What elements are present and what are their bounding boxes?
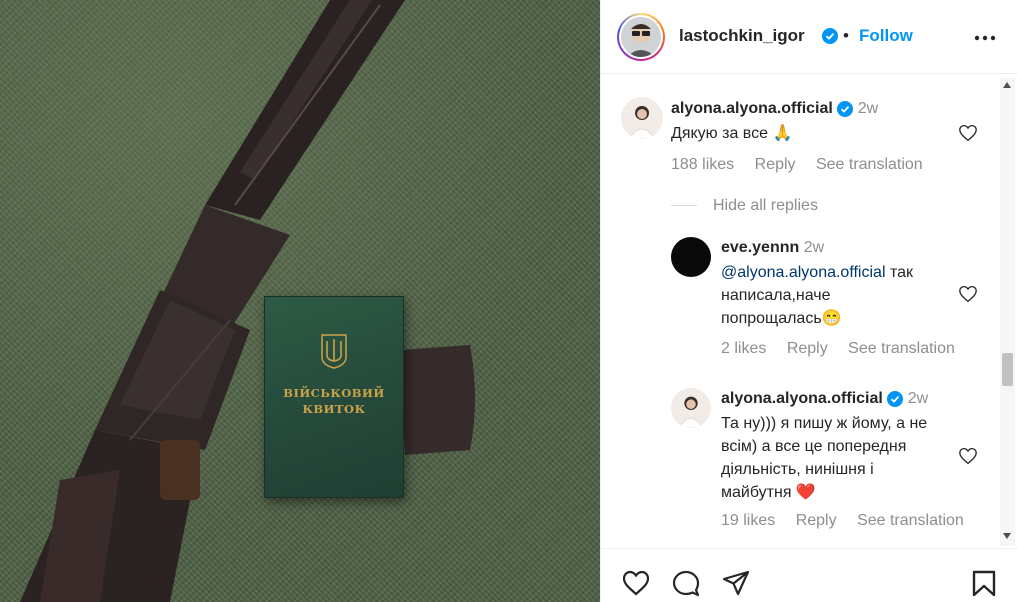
replier-username[interactable]: alyona.alyona.official [721, 390, 883, 407]
comments-scrollbar[interactable] [1000, 78, 1015, 546]
comment-meta: 188 likes Reply See translation [671, 156, 939, 174]
reply-text: Та ну))) я пишу ж йому, а не всім) а все… [721, 412, 961, 504]
author-avatar[interactable] [617, 13, 665, 61]
more-options-icon[interactable] [974, 30, 996, 46]
post-side-panel: lastochkin_igor • Follow alyona.alyona.o… [600, 0, 1017, 602]
post-photo[interactable]: ВІЙСЬКОВИЙ КВИТОК [0, 0, 600, 602]
reply-likes[interactable]: 2 likes [721, 340, 766, 357]
reply-likes[interactable]: 19 likes [721, 512, 775, 529]
reply-item: eve.yennn 2w @alyona.alyona.official так… [601, 225, 1001, 365]
commenter-username[interactable]: alyona.alyona.official [671, 100, 833, 117]
comment-item: alyona.alyona.official 2w Дякую за все 🙏… [601, 75, 1001, 185]
trident-emblem-icon [321, 334, 347, 369]
reply-button[interactable]: Reply [787, 340, 828, 357]
scroll-up-arrow-icon[interactable] [1003, 82, 1011, 88]
share-icon[interactable] [721, 569, 751, 597]
hide-replies-label: Hide all replies [713, 197, 818, 214]
reply-button[interactable]: Reply [796, 512, 837, 529]
reply-time[interactable]: 2w [908, 390, 928, 407]
reply-mention-link[interactable]: @alyona.alyona.official [721, 264, 886, 281]
replier-avatar[interactable] [671, 237, 711, 277]
comment-icon[interactable] [671, 569, 701, 597]
verified-badge-icon [822, 28, 838, 44]
heart-icon[interactable] [958, 285, 978, 303]
booklet-title-line2: КВИТОК [302, 402, 366, 416]
heart-icon[interactable] [958, 447, 978, 465]
reply-meta: 2 likes Reply See translation [721, 340, 971, 358]
replier-username[interactable]: eve.yennn [721, 239, 799, 256]
reply-text-line4: майбутня ❤️ [721, 484, 816, 501]
follow-button[interactable]: Follow [859, 26, 913, 46]
military-id-booklet: ВІЙСЬКОВИЙ КВИТОК [264, 296, 404, 498]
comment-likes[interactable]: 188 likes [671, 156, 734, 173]
post-action-bar [601, 548, 1017, 602]
reply-time[interactable]: 2w [804, 239, 824, 256]
see-translation-button[interactable]: See translation [848, 340, 955, 357]
hide-replies-button[interactable]: Hide all replies [671, 197, 818, 215]
replier-avatar[interactable] [671, 388, 711, 428]
heart-icon[interactable] [621, 569, 651, 597]
reply-text: @alyona.alyona.official так написала,нач… [721, 261, 961, 330]
reply-button[interactable]: Reply [755, 156, 796, 173]
scroll-down-arrow-icon[interactable] [1003, 533, 1011, 539]
reply-text-line3: попрощалась😁 [721, 310, 842, 327]
comments-list[interactable]: alyona.alyona.official 2w Дякую за все 🙏… [601, 75, 1017, 547]
booklet-title: ВІЙСЬКОВИЙ КВИТОК [265, 385, 403, 417]
verified-badge-icon [837, 100, 854, 117]
commenter-avatar[interactable] [621, 97, 663, 139]
reply-text-line2: всім) а все це попередня [721, 438, 907, 455]
hide-replies-line [671, 205, 697, 207]
see-translation-button[interactable]: See translation [857, 512, 964, 529]
reply-text-line1-rest: так [885, 264, 913, 281]
booklet-title-line1: ВІЙСЬКОВИЙ [283, 386, 385, 400]
reply-text-line1: Та ну))) я пишу ж йому, а не [721, 415, 928, 432]
reply-item: alyona.alyona.official 2w Та ну))) я пиш… [601, 380, 1001, 540]
comment-time[interactable]: 2w [858, 100, 878, 117]
see-translation-button[interactable]: See translation [816, 156, 923, 173]
reply-meta: 19 likes Reply See translation [721, 512, 980, 530]
comment-text: Дякую за все 🙏 [671, 125, 793, 142]
scrollbar-thumb[interactable] [1002, 353, 1013, 386]
header-separator: • [843, 26, 849, 45]
post-header: lastochkin_igor • Follow [601, 0, 1017, 74]
verified-badge-icon [887, 390, 904, 407]
bookmark-icon[interactable] [969, 569, 999, 597]
author-username[interactable]: lastochkin_igor [679, 26, 805, 46]
heart-icon[interactable] [958, 124, 978, 142]
reply-text-line3: діяльність, нинішня і [721, 461, 874, 478]
reply-text-line2: написала,наче [721, 287, 831, 304]
